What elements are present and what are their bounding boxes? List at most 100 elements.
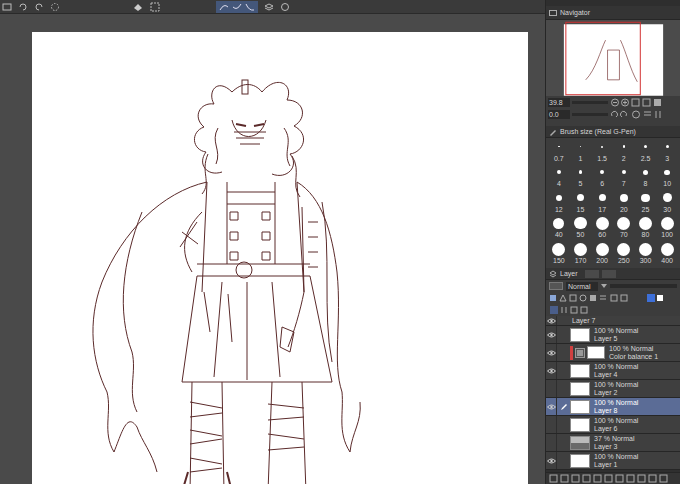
zoom-field[interactable]: 39.8 (548, 98, 570, 107)
brush-dot (574, 217, 586, 229)
link-icon[interactable] (280, 2, 290, 12)
brush-size-cell[interactable]: 4 (548, 164, 570, 190)
brush-size-cell[interactable]: 80 (635, 215, 657, 241)
visibility-toggle[interactable] (546, 452, 557, 469)
brush-size-cell[interactable]: 40 (548, 215, 570, 241)
fill-icon[interactable] (132, 2, 144, 12)
brush-dot (620, 194, 628, 202)
layer-tools-icon[interactable] (549, 293, 669, 303)
brush-size-header[interactable]: Brush size (Real G-Pen) (546, 126, 680, 138)
brush-size-label: 50 (577, 230, 585, 239)
brush-size-cell[interactable]: 12 (548, 189, 570, 215)
brush-size-cell[interactable]: 2.5 (635, 138, 657, 164)
layer-row[interactable]: 100 % NormalLayer 6 (546, 416, 680, 434)
canvas-page[interactable] (32, 32, 528, 484)
rotation-slider[interactable] (572, 113, 608, 116)
brush-size-cell[interactable]: 8 (635, 164, 657, 190)
layer-row[interactable]: 37 % NormalLayer 3 (546, 434, 680, 452)
layer-header[interactable]: Layer (546, 268, 680, 280)
brush-size-label: 150 (553, 256, 565, 265)
brush-size-cell[interactable]: 30 (656, 189, 678, 215)
opacity-slider[interactable] (610, 284, 677, 288)
tool-icon[interactable] (2, 2, 12, 12)
layer-row[interactable]: 100 % NormalLayer 1 (546, 452, 680, 470)
undo-icon[interactable] (18, 2, 28, 12)
brush-size-cell[interactable]: 150 (548, 240, 570, 266)
redo-icon[interactable] (34, 2, 44, 12)
brush-size-cell[interactable]: 5 (570, 164, 592, 190)
layer-icon[interactable] (264, 2, 274, 12)
character-lineart (32, 32, 528, 484)
layer-thumbnail (587, 346, 605, 359)
navigator-preview[interactable] (546, 20, 680, 96)
layer-row[interactable]: Layer 7 (546, 316, 680, 326)
stroke-icon (245, 2, 255, 12)
stroke-mode-group[interactable] (216, 1, 258, 13)
navigator-header[interactable]: Navigator (546, 6, 680, 20)
color-marker (570, 346, 573, 360)
brush-dot (558, 146, 560, 148)
layer-row[interactable]: 100 % NormalLayer 5 (546, 326, 680, 344)
brush-size-cell[interactable]: 2 (613, 138, 635, 164)
brush-size-cell[interactable]: 300 (635, 240, 657, 266)
layer-name: Layer 2 (594, 389, 638, 397)
brush-size-cell[interactable]: 1.5 (591, 138, 613, 164)
visibility-toggle[interactable] (546, 316, 557, 325)
zoom-slider[interactable] (572, 101, 608, 104)
visibility-toggle[interactable] (546, 434, 557, 451)
rotation-row: 0.0 (546, 108, 680, 120)
brush-size-cell[interactable]: 200 (591, 240, 613, 266)
layer-row[interactable]: 100 % NormalLayer 4 (546, 362, 680, 380)
brush-size-label: 1.5 (597, 154, 607, 163)
brush-size-cell[interactable]: 10 (656, 164, 678, 190)
brush-size-cell[interactable]: 15 (570, 189, 592, 215)
brush-size-cell[interactable]: 7 (613, 164, 635, 190)
blend-mode-dropdown[interactable]: Normal (566, 282, 598, 291)
layer-footer-icon[interactable] (549, 474, 674, 483)
brush-size-cell[interactable]: 50 (570, 215, 592, 241)
zoom-buttons-icon[interactable] (610, 98, 670, 107)
layer-options-icon[interactable] (549, 305, 669, 315)
brush-size-cell[interactable]: 25 (635, 189, 657, 215)
layer-color-swatch[interactable] (549, 282, 563, 290)
brush-size-cell[interactable]: 60 (591, 215, 613, 241)
canvas-area[interactable] (0, 14, 545, 484)
layer-footer (546, 472, 680, 484)
brush-size-cell[interactable]: 20 (613, 189, 635, 215)
brush-size-cell[interactable]: 250 (613, 240, 635, 266)
visibility-toggle[interactable] (546, 344, 557, 361)
brush-dot (666, 145, 669, 148)
visibility-toggle[interactable] (546, 362, 557, 379)
layer-row[interactable]: 100 % NormalLayer 2 (546, 380, 680, 398)
brush-size-cell[interactable]: 1 (570, 138, 592, 164)
brush-size-label: 25 (642, 205, 650, 214)
brush-size-cell[interactable]: 170 (570, 240, 592, 266)
layer-title: Layer (560, 269, 578, 278)
brush-dot (596, 243, 609, 256)
visibility-toggle[interactable] (546, 380, 557, 397)
navigator-icon (549, 9, 557, 17)
layer-row[interactable]: 100 % NormalColor balance 1 (546, 344, 680, 362)
brush-size-cell[interactable]: 100 (656, 215, 678, 241)
rotation-field[interactable]: 0.0 (548, 110, 570, 119)
edit-indicator (559, 344, 568, 361)
layer-thumbnail-group (570, 418, 590, 432)
brush-size-cell[interactable]: 3 (656, 138, 678, 164)
select-icon[interactable] (150, 2, 160, 12)
brush-dot (552, 243, 565, 256)
brush-size-cell[interactable]: 0.7 (548, 138, 570, 164)
visibility-toggle[interactable] (546, 398, 557, 415)
layer-mode-row: Normal (546, 280, 680, 292)
brush-size-cell[interactable]: 70 (613, 215, 635, 241)
layer-row[interactable]: 100 % NormalLayer 8 (546, 398, 680, 416)
brush-size-cell[interactable]: 400 (656, 240, 678, 266)
brush-size-cell[interactable]: 17 (591, 189, 613, 215)
visibility-toggle[interactable] (546, 416, 557, 433)
brush-size-cell[interactable]: 6 (591, 164, 613, 190)
loading-icon[interactable] (50, 2, 60, 12)
stroke-icon (232, 2, 242, 12)
brush-size-label: 250 (618, 256, 630, 265)
rotate-buttons-icon[interactable] (610, 110, 670, 119)
visibility-toggle[interactable] (546, 326, 557, 343)
layer-name: Layer 4 (594, 371, 638, 379)
